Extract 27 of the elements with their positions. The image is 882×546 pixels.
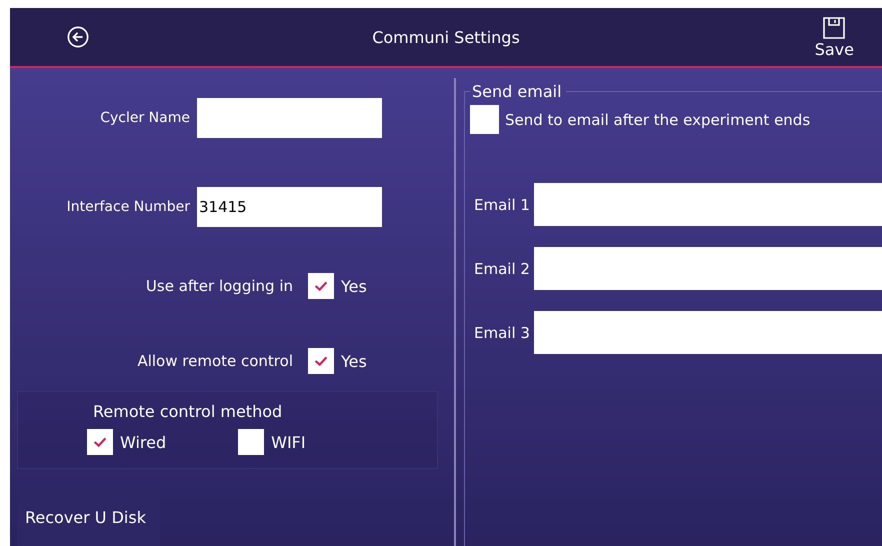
field-label: Interface Number (66, 199, 190, 215)
checkbox[interactable] (87, 429, 113, 455)
checkbox[interactable] (308, 348, 334, 374)
checkbox[interactable] (238, 429, 264, 455)
back-button[interactable] (67, 26, 89, 48)
window-title: Communi Settings (372, 28, 520, 46)
checkbox-label: Wired (120, 432, 166, 452)
input-field[interactable] (534, 247, 882, 290)
checkbox-label: WIFI (271, 432, 306, 452)
group-title: Remote control method (93, 402, 284, 421)
option-label: Use after logging in (144, 277, 293, 295)
checkbox[interactable] (470, 105, 499, 134)
checkbox-label: Send to email after the experiment ends (505, 110, 810, 128)
save-button[interactable]: Save (814, 16, 854, 58)
input-field[interactable] (197, 98, 382, 138)
group-title: Send email (471, 82, 563, 101)
field-label: Email 2 (473, 260, 531, 278)
input-field[interactable]: 31415 (197, 187, 382, 227)
field-label: Cycler Name (99, 110, 190, 126)
checkbox-label: Yes (341, 276, 367, 296)
field-label: Email 3 (473, 324, 531, 342)
field-label: Email 1 (473, 196, 531, 214)
checkbox-label: Yes (341, 352, 367, 370)
checkbox[interactable] (308, 273, 334, 299)
input-field[interactable] (534, 183, 882, 226)
input-field[interactable] (534, 311, 882, 354)
option-label: Allow remote control (136, 352, 293, 370)
